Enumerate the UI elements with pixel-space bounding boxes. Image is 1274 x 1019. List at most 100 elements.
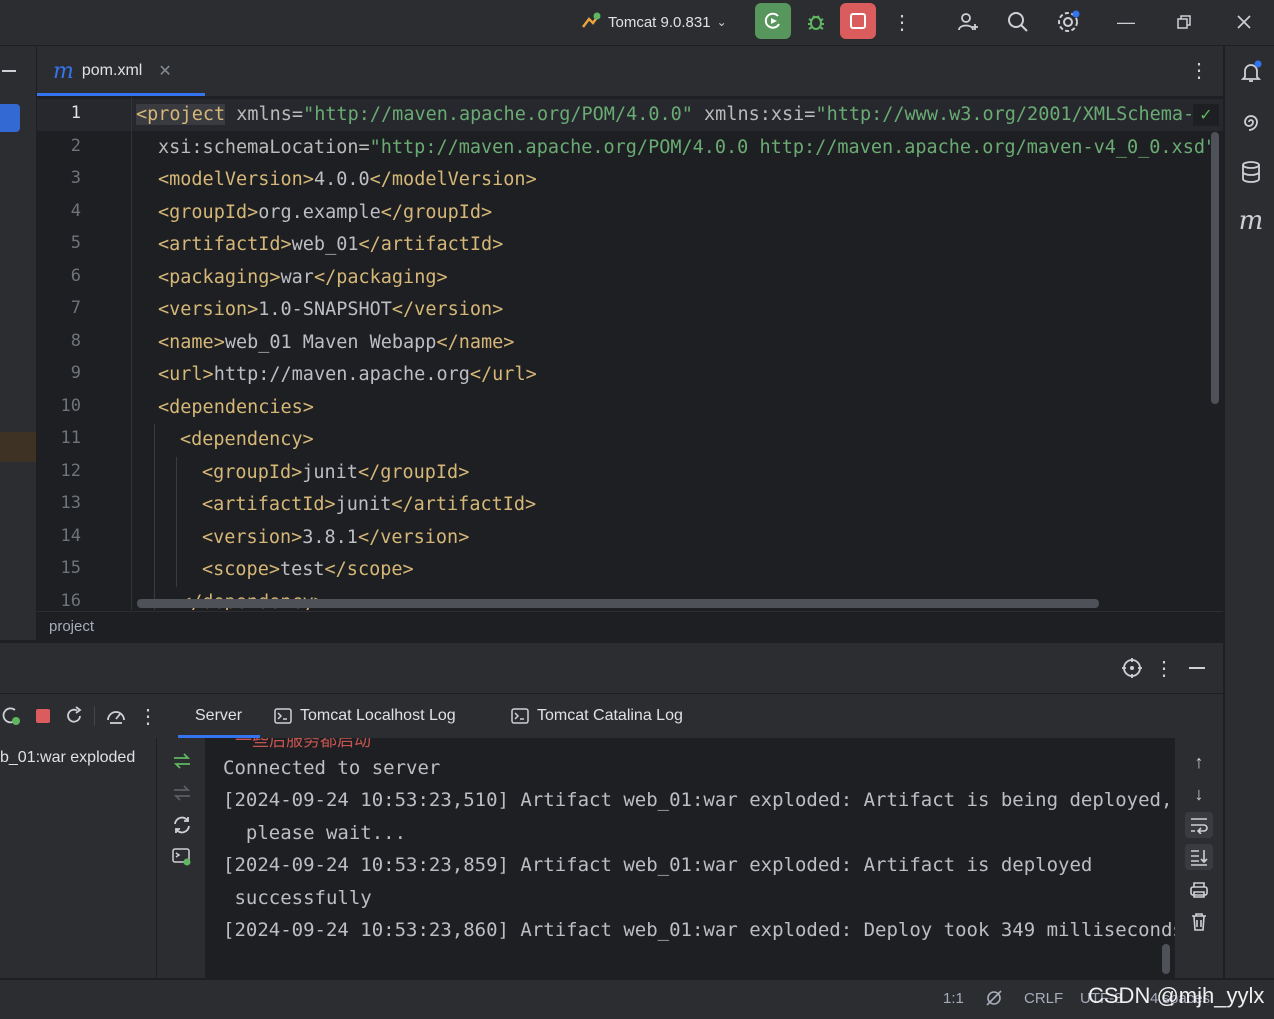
console-gear-icon [172,848,191,866]
title-bar: Tomcat 9.0.831 ⌄ ⋮ — [0,0,1274,46]
undeploy-arrows-icon [173,785,191,801]
attribute-value: "http://maven.apache.org/POM/4.0.0" [303,104,693,125]
deploy-button[interactable] [171,750,193,772]
watermark: CSDN @mjh_yylx [1088,983,1265,1008]
code-line: <artifactId>junit</artifactId> [202,489,536,521]
print-button[interactable] [1187,878,1211,902]
restore-icon [1177,15,1191,29]
collapse-icon[interactable] [2,70,16,72]
minimize-button[interactable]: — [1110,6,1142,38]
deployment-item[interactable]: b_01:war exploded [0,749,135,767]
horizontal-scrollbar[interactable] [137,599,1099,608]
more-actions-button[interactable]: ⋮ [886,6,918,38]
line-separator[interactable]: CRLF [1024,990,1063,1007]
run-config-selector[interactable]: Tomcat 9.0.831 ⌄ [580,8,727,36]
code-line: <url>http://maven.apache.org</url> [158,359,537,391]
run-config-label: Tomcat 9.0.831 [608,13,711,31]
arrow-up-icon: ↑ [1194,751,1204,772]
tab-options-button[interactable]: ⋮ [1189,58,1209,83]
database-button[interactable] [1237,158,1265,186]
breadcrumb-item[interactable]: project [49,618,94,635]
close-tab-icon[interactable]: ✕ [158,61,171,81]
deploy-arrows-icon [173,753,191,769]
line-number: 8 [70,331,81,351]
more-vertical-icon: ⋮ [1189,60,1209,82]
bell-icon [1240,60,1262,82]
debug-button[interactable] [800,6,832,38]
code-line: <name>web_01 Maven Webapp</name> [158,327,514,359]
tag: </artifactId> [391,494,537,515]
element-text: junit [302,462,358,483]
editor-tab-bar: m pom.xml ✕ ⋮ [37,46,1223,97]
console-line: [2024-09-24 10:53:23,510] Artifact web_0… [223,789,1173,811]
line-number: 11 [60,428,81,448]
panel-options-button[interactable]: ⋮ [1152,656,1176,680]
notifications-button[interactable] [1237,58,1265,86]
right-tool-strip: m [1224,46,1274,978]
console-scrollbar[interactable] [1162,944,1170,974]
tab-pom-xml[interactable]: m pom.xml ✕ [47,46,178,96]
maven-tool-button[interactable]: m [1237,206,1265,236]
crosshair-icon [1122,658,1142,678]
tomcat-icon [582,12,601,28]
scroll-down-button[interactable]: ↓ [1187,782,1211,806]
more-vertical-icon: ⋮ [1154,657,1174,680]
gutter-marker [0,432,36,462]
rerun-button[interactable] [755,3,791,39]
hide-panel-button[interactable] [1185,656,1209,680]
stop-icon [850,13,866,29]
code-line: xsi:schemaLocation="http://maven.apache.… [158,132,1212,164]
project-tool-button[interactable] [0,104,20,132]
code-line: <dependencies> [158,392,314,424]
code-editor[interactable]: <project xmlns="http://maven.apache.org/… [132,97,1212,610]
rerun-icon [764,12,780,29]
cursor-position[interactable]: 1:1 [943,990,964,1007]
search-button[interactable] [1002,6,1034,38]
tag: <name> [158,332,225,353]
run-more-button[interactable]: ⋮ [138,704,158,728]
element-text: org.example [258,202,381,223]
trash-icon [1192,913,1206,931]
code-line: <groupId>org.example</groupId> [158,197,492,229]
inspection-ok-icon[interactable]: ✓ [1193,104,1219,126]
wrap-icon [1191,818,1208,834]
locate-button[interactable] [1120,656,1144,680]
profiler-button[interactable] [104,704,128,728]
vertical-scrollbar[interactable] [1211,132,1219,404]
console-line: please wait... [223,822,407,844]
settings-button[interactable] [1052,6,1084,38]
stop-server-button[interactable] [32,705,54,727]
ai-assistant-button[interactable] [1237,108,1265,136]
tab-server[interactable]: Server [178,694,260,738]
bug-icon [808,15,824,30]
console-output[interactable]: 一些后服务都启动 Connected to server [2024-09-24… [205,738,1175,978]
tab-label: Tomcat Catalina Log [537,707,683,724]
no-assist-icon [986,990,1002,1006]
element-text: 4.0.0 [313,169,370,190]
scroll-up-button[interactable]: ↑ [1187,750,1211,774]
soft-wrap-button[interactable] [1185,812,1213,838]
restore-button[interactable] [1168,6,1200,38]
console-side-toolbar [157,738,205,978]
console-settings-button[interactable] [171,846,193,868]
ai-off-icon[interactable] [984,988,1004,1012]
restart-button[interactable] [63,704,85,728]
terminal-icon [274,708,292,724]
chevron-down-icon: ⌄ [716,15,727,29]
element-text: web_01 Maven Webapp [224,332,437,353]
speedometer-icon [107,711,125,724]
scroll-to-end-button[interactable] [1185,844,1213,870]
tab-tomcat-catalina-log[interactable]: Tomcat Catalina Log [511,694,683,738]
clear-console-button[interactable] [1187,910,1211,934]
tag: <groupId> [158,202,259,223]
scroll-end-icon [1191,850,1208,866]
deployment-list: b_01:war exploded [0,738,157,978]
tab-tomcat-localhost-log[interactable]: Tomcat Localhost Log [274,694,456,738]
redeploy-button[interactable] [171,814,193,836]
line-number: 13 [60,493,81,513]
undeploy-button[interactable] [171,782,193,804]
account-button[interactable] [952,6,984,38]
stop-button[interactable] [840,3,876,39]
update-app-button[interactable] [0,704,22,728]
close-window-button[interactable] [1228,6,1260,38]
